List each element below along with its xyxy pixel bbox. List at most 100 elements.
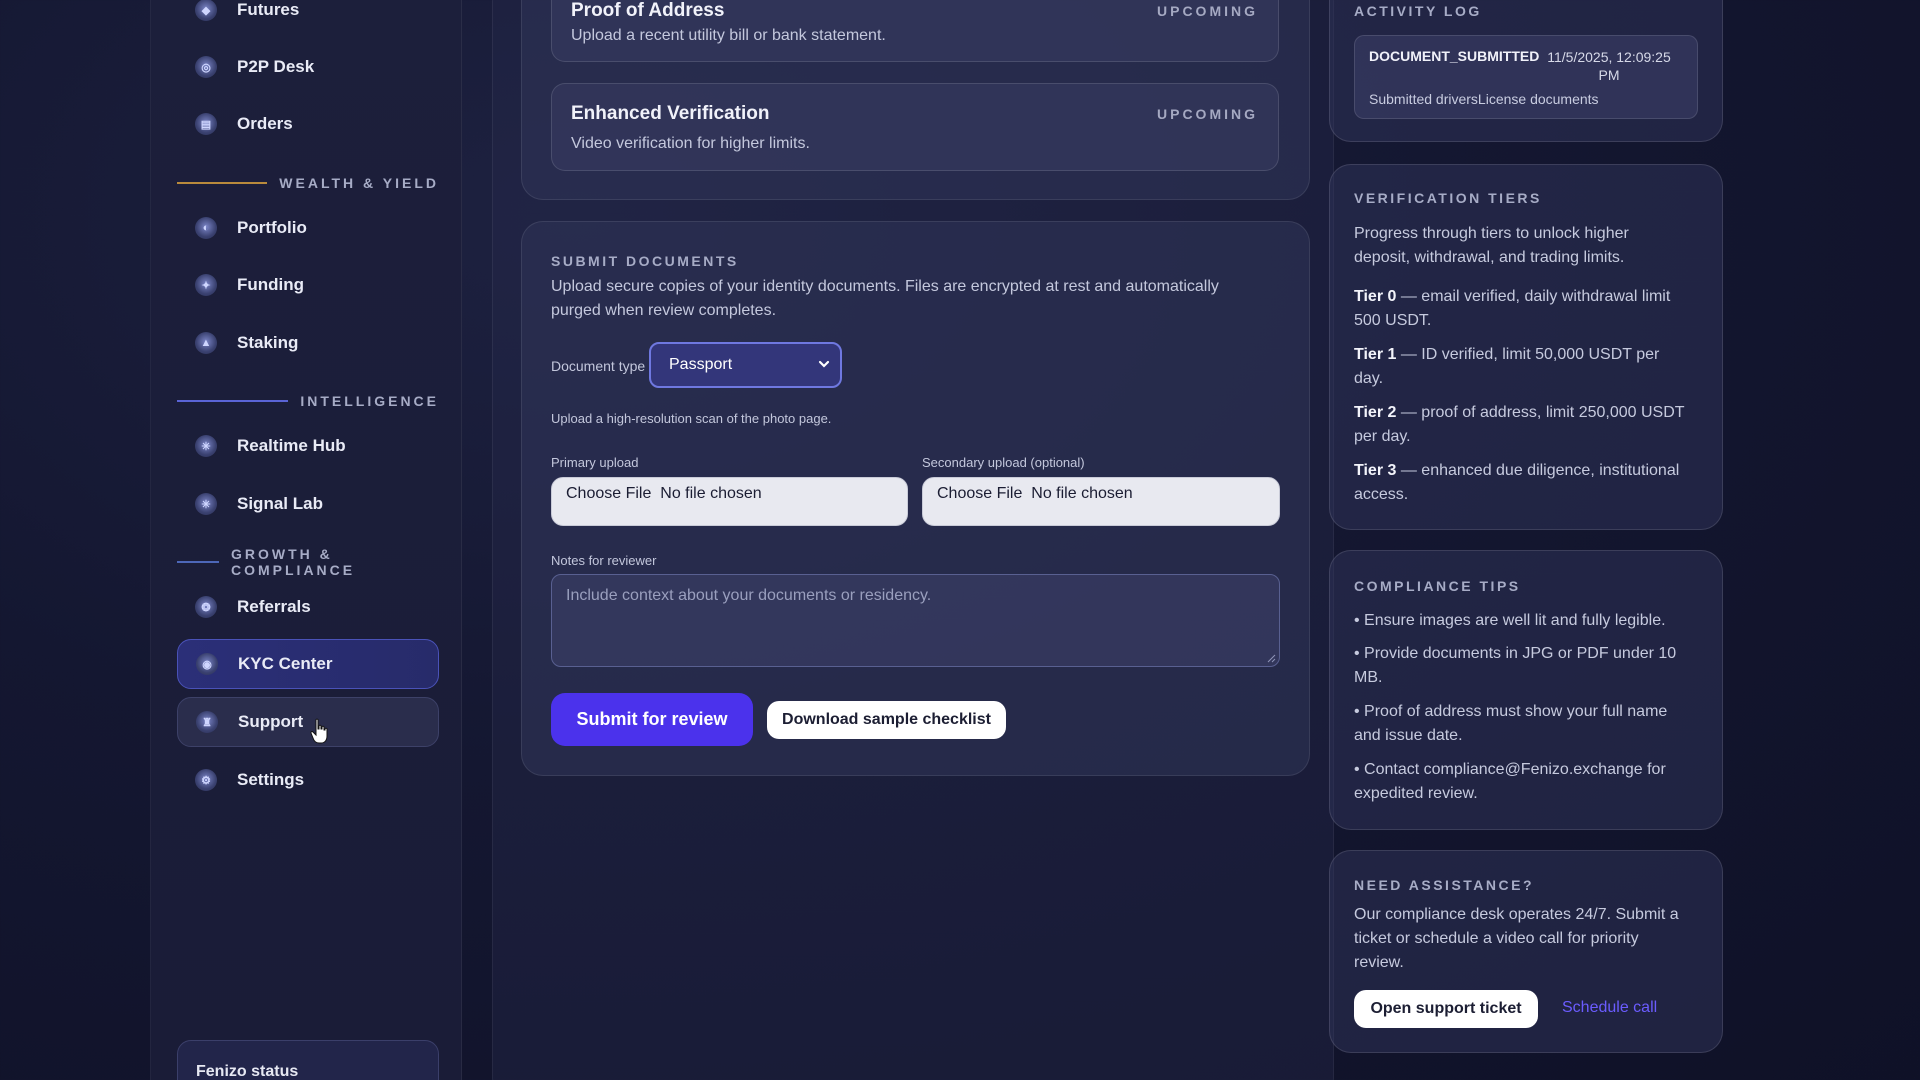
tiers-intro-line: Progress through tiers to unlock higher [1354, 225, 1629, 242]
tip-item: • Provide documents in JPG or PDF under … [1354, 642, 1676, 690]
sidebar-item-label: Staking [237, 333, 299, 352]
tier-name: Tier 3 [1354, 462, 1397, 479]
orders-icon: ▤ [195, 113, 217, 135]
submit-for-review-button[interactable]: Submit for review [551, 693, 753, 746]
file-input-text: Choose File No file chosen [566, 485, 762, 502]
activity-log-entry: DOCUMENT_SUBMITTED 11/5/2025, 12:09:25 P… [1354, 35, 1698, 119]
open-support-ticket-button[interactable]: Open support ticket [1354, 990, 1538, 1028]
tier-3: Tier 3 — enhanced due diligence, institu… [1354, 459, 1679, 507]
tier-desc: — email verified, daily withdrawal limit [1396, 288, 1671, 305]
sidebar-item-label: Signal Lab [237, 494, 323, 513]
sidebar-item-label: Funding [237, 275, 305, 294]
assist-line: ticket or schedule a video call for prio… [1354, 930, 1639, 947]
download-checklist-button[interactable]: Download sample checklist [767, 701, 1006, 739]
notes-label: Notes for reviewer [551, 553, 657, 568]
select-value: Passport [669, 356, 733, 373]
sidebar-item-label: Orders [237, 114, 293, 133]
section-divider [177, 400, 289, 402]
tier-name: Tier 2 [1354, 404, 1397, 421]
step-title: Proof of Address [571, 0, 725, 21]
button-label: Download sample checklist [782, 711, 991, 728]
staking-icon: ▲ [195, 332, 217, 354]
assist-description: Our compliance desk operates 24/7. Submi… [1354, 903, 1679, 975]
sidebar-item-label: Realtime Hub [237, 436, 346, 455]
tiers-intro-line: deposit, withdrawal, and trading limits. [1354, 249, 1625, 266]
portfolio-icon: ◐ [195, 217, 217, 239]
primary-upload-input[interactable]: Choose File No file chosen [551, 477, 908, 526]
step-proof-of-address: Proof of Address Upload a recent utility… [551, 0, 1279, 62]
document-type-label: Document type [551, 358, 646, 374]
tips-heading: COMPLIANCE TIPS [1354, 578, 1521, 594]
tier-0: Tier 0 — email verified, daily withdrawa… [1354, 285, 1670, 333]
button-label: Submit for review [576, 709, 728, 729]
sidebar-item-label: Support [238, 712, 304, 731]
sidebar-item-label: Settings [237, 770, 305, 789]
document-type-select[interactable]: Passport [649, 342, 842, 388]
section-label-intelligence: INTELLIGENCE [177, 391, 439, 411]
assist-line: Our compliance desk operates 24/7. Submi… [1354, 906, 1679, 923]
section-divider [177, 182, 268, 184]
sidebar-item-realtime-hub[interactable]: ✳ Realtime Hub [177, 421, 439, 471]
tiers-intro: Progress through tiers to unlock higher … [1354, 222, 1629, 270]
activity-heading: ACTIVITY LOG [1354, 3, 1482, 19]
sidebar-item-referrals[interactable]: ❂ Referrals [177, 582, 439, 632]
tier-desc: — ID verified, limit 50,000 USDT per [1396, 346, 1660, 363]
tip-line: • Ensure images are well lit and fully l… [1354, 612, 1666, 629]
signal-lab-icon: ✳ [195, 493, 217, 515]
settings-icon: ⚙ [195, 769, 217, 791]
sidebar-item-funding[interactable]: ✦ Funding [177, 260, 439, 310]
sidebar-item-label: Portfolio [237, 218, 307, 237]
chevron-down-icon [818, 360, 830, 368]
submit-intro: Upload secure copies of your identity do… [551, 275, 1291, 323]
file-input-text: Choose File No file chosen [937, 485, 1133, 502]
sidebar-item-support[interactable]: ♜ Support [177, 697, 439, 747]
tip-line: • Provide documents in JPG or PDF under … [1354, 645, 1677, 662]
section-title: GROWTH & COMPLIANCE [231, 546, 356, 578]
sidebar-item-orders[interactable]: ▤ Orders [177, 99, 439, 149]
step-title: Enhanced Verification [571, 103, 770, 124]
tiers-heading: VERIFICATION TIERS [1354, 190, 1542, 206]
intro-line: purged when review completes. [551, 302, 777, 319]
hand-cursor-icon [310, 718, 328, 744]
secondary-upload-label: Secondary upload (optional) [922, 455, 1085, 470]
tier-name: Tier 0 [1354, 288, 1397, 305]
p2p-icon: ◎ [195, 56, 217, 78]
tip-line: MB. [1354, 669, 1383, 686]
tip-line: • Proof of address must show your full n… [1354, 703, 1668, 720]
support-icon: ♜ [196, 711, 218, 733]
button-label: Open support ticket [1370, 1000, 1522, 1017]
sidebar-item-label: Futures [237, 0, 300, 19]
notes-textarea[interactable]: Include context about your documents or … [551, 574, 1280, 667]
sidebar-item-staking[interactable]: ▲ Staking [177, 318, 439, 368]
event-time-line: PM [1598, 67, 1620, 83]
tier-1: Tier 1 — ID verified, limit 50,000 USDT … [1354, 343, 1659, 391]
tier-desc: access. [1354, 486, 1409, 503]
sidebar-item-label: KYC Center [238, 654, 333, 673]
tier-name: Tier 1 [1354, 346, 1397, 363]
tier-desc: day. [1354, 370, 1384, 387]
sidebar-item-kyc-center[interactable]: ◉ KYC Center [177, 639, 439, 689]
tier-desc: per day. [1354, 428, 1411, 445]
tier-2: Tier 2 — proof of address, limit 250,000… [1354, 401, 1685, 449]
sidebar-item-futures[interactable]: ◆ Futures [177, 0, 439, 35]
section-divider [177, 561, 219, 563]
notes-placeholder: Include context about your documents or … [566, 587, 932, 604]
upload-hint: Upload a high-resolution scan of the pho… [551, 411, 832, 426]
status-card-title: Fenizo status [196, 1063, 299, 1080]
sidebar-item-portfolio[interactable]: ◐ Portfolio [177, 203, 439, 253]
step-description: Video verification for higher limits. [571, 135, 810, 152]
event-time-line: 11/5/2025, 12:09:25 [1547, 49, 1671, 65]
sidebar-item-p2p-desk[interactable]: ◎ P2P Desk [177, 42, 439, 92]
event-detail: Submitted driversLicense documents [1369, 91, 1599, 107]
sidebar-item-signal-lab[interactable]: ✳ Signal Lab [177, 479, 439, 529]
realtime-hub-icon: ✳ [195, 435, 217, 457]
tip-line: expedited review. [1354, 785, 1478, 802]
resize-handle-icon[interactable] [1266, 653, 1276, 663]
sidebar-item-settings[interactable]: ⚙ Settings [177, 755, 439, 805]
tier-desc: 500 USDT. [1354, 312, 1432, 329]
tip-line: • Contact compliance@Fenizo.exchange for [1354, 761, 1666, 778]
sidebar-item-label: Referrals [237, 597, 311, 616]
secondary-upload-input[interactable]: Choose File No file chosen [922, 477, 1280, 526]
schedule-call-link[interactable]: Schedule call [1562, 999, 1657, 1017]
referrals-icon: ❂ [195, 596, 217, 618]
